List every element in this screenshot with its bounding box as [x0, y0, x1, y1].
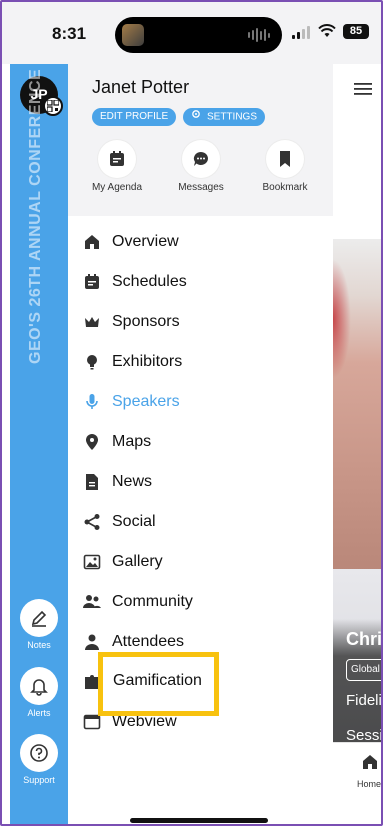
- edit-profile-button[interactable]: EDIT PROFILE: [92, 108, 177, 126]
- mic-icon: [82, 392, 102, 412]
- menu-label-sponsors: Sponsors: [112, 313, 180, 330]
- help-icon: [20, 734, 58, 772]
- messages-button[interactable]: Messages: [166, 140, 236, 193]
- pencil-icon: [20, 599, 58, 637]
- photo-accent: [333, 259, 351, 379]
- share-icon: [82, 512, 102, 532]
- home-tab-label[interactable]: Home: [357, 779, 381, 789]
- battery-icon: 85: [343, 24, 369, 39]
- status-bar: 8:31 85: [2, 2, 381, 64]
- menu-item-sponsors[interactable]: Sponsors: [82, 307, 322, 337]
- calendar-icon: [82, 272, 102, 292]
- profile-header: Janet Potter EDIT PROFILE SETTINGS My Ag…: [68, 64, 333, 216]
- bell-icon: [20, 667, 58, 705]
- menu-item-speakers[interactable]: Speakers: [82, 387, 322, 417]
- menu-label-attendees: Attendees: [112, 633, 185, 650]
- home-icon: [82, 232, 102, 252]
- user-name: Janet Potter: [92, 77, 190, 97]
- menu-item-maps[interactable]: Maps: [82, 427, 322, 457]
- main-content: Chri Global Fideli Sessi Home: [333, 64, 382, 824]
- menu-label-gamification[interactable]: Gamification: [113, 672, 202, 690]
- home-tab-icon[interactable]: [361, 753, 379, 776]
- image-icon: [82, 552, 102, 572]
- menu-label-overview: Overview: [112, 233, 179, 250]
- home-indicator: [130, 818, 268, 823]
- menu-label-news: News: [112, 473, 153, 490]
- group-icon: [82, 592, 102, 612]
- edit-profile-label: EDIT PROFILE: [100, 111, 169, 122]
- menu-item-exhibitors[interactable]: Exhibitors: [82, 347, 322, 377]
- messages-label: Messages: [178, 182, 224, 193]
- gear-icon: [191, 108, 201, 126]
- pin-icon: [82, 432, 102, 452]
- menu-item-news[interactable]: News: [82, 467, 322, 497]
- agenda-icon: [98, 140, 136, 178]
- person-icon: [82, 632, 102, 652]
- notes-label: Notes: [27, 640, 51, 650]
- wifi-icon: [318, 24, 336, 37]
- support-label: Support: [23, 775, 55, 785]
- hamburger-menu-icon[interactable]: [354, 82, 372, 101]
- menu-item-gallery[interactable]: Gallery: [82, 547, 322, 577]
- alerts-button[interactable]: Alerts: [20, 667, 58, 718]
- bookmark-icon: [266, 140, 304, 178]
- menu-item-schedules[interactable]: Schedules: [82, 267, 322, 297]
- menu-item-social[interactable]: Social: [82, 507, 322, 537]
- menu-label-community: Community: [112, 593, 193, 610]
- my-agenda-button[interactable]: My Agenda: [82, 140, 152, 193]
- settings-button[interactable]: SETTINGS: [183, 108, 266, 126]
- notes-button[interactable]: Notes: [20, 599, 58, 650]
- settings-label: SETTINGS: [207, 111, 258, 123]
- support-button[interactable]: Support: [20, 734, 58, 785]
- speaker-company: Fideli: [346, 692, 382, 709]
- menu-label-speakers: Speakers: [112, 393, 180, 410]
- menu-label-schedules: Schedules: [112, 273, 187, 290]
- speaker-tag: Global: [346, 659, 381, 681]
- menu-label-social: Social: [112, 513, 156, 530]
- menu-label-exhibitors: Exhibitors: [112, 353, 183, 370]
- status-time: 8:31: [52, 24, 87, 43]
- my-agenda-label: My Agenda: [91, 182, 143, 193]
- conference-title: GEO'S 26TH ANNUAL CONFERENCE: [27, 68, 44, 364]
- chat-icon: [182, 140, 220, 178]
- bookmark-label: Bookmark: [262, 182, 308, 193]
- side-rail: JP GEO'S 26TH ANNUAL CONFERENCE Notes Al…: [10, 64, 68, 824]
- qr-code-icon[interactable]: [43, 96, 63, 116]
- menu-item-overview[interactable]: Overview: [82, 227, 322, 257]
- crown-icon: [82, 312, 102, 332]
- menu-label-gallery: Gallery: [112, 553, 163, 570]
- dynamic-island: [115, 17, 282, 53]
- audio-wave-icon: [248, 27, 270, 43]
- menu-item-community[interactable]: Community: [82, 587, 322, 617]
- now-playing-thumbnail: [122, 24, 144, 46]
- menu-label-maps: Maps: [112, 433, 152, 450]
- phone-frame: 8:31 85 JP GEO'S 26TH ANNUAL CONFERENCE …: [0, 0, 383, 826]
- bottom-tab-bar: Home: [333, 742, 381, 824]
- doc-icon: [82, 472, 102, 492]
- bookmark-button[interactable]: Bookmark: [250, 140, 320, 193]
- alerts-label: Alerts: [27, 708, 51, 718]
- speaker-name: Chri: [346, 629, 382, 649]
- bulb-icon: [82, 352, 102, 372]
- signal-icon: [292, 26, 310, 39]
